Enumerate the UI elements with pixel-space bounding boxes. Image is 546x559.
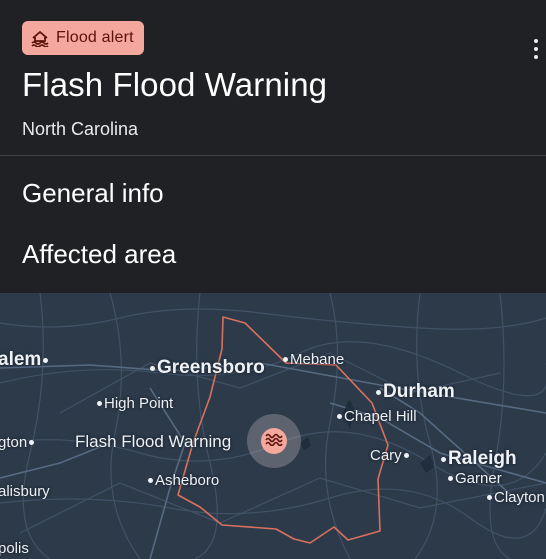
flood-house-icon: [30, 29, 50, 47]
general-info-heading[interactable]: General info: [22, 178, 164, 209]
map-place-salem: alem: [0, 349, 49, 371]
affected-area-map[interactable]: alem Greensboro Mebane Durham High Point…: [0, 293, 546, 559]
alert-type-label: Flood alert: [56, 29, 134, 46]
affected-area-heading: Affected area: [22, 239, 177, 269]
map-warning-label: Flash Flood Warning: [75, 432, 232, 451]
map-place-mebane: Mebane: [283, 351, 344, 368]
map-place-salisbury: alisbury: [0, 483, 50, 500]
map-place-garner: Garner: [448, 470, 502, 487]
map-place-cary: Cary: [370, 447, 409, 464]
alert-region: North Carolina: [22, 119, 139, 139]
map-place-clayton: Clayton: [487, 489, 545, 506]
water-waves-icon: [265, 432, 283, 451]
alert-type-chip: Flood alert: [22, 21, 144, 55]
divider: [0, 155, 546, 156]
map-place-raleigh: Raleigh: [441, 448, 517, 470]
flood-alert-screen: Flood alert Flash Flood Warning North Ca…: [0, 0, 546, 559]
map-place-asheboro: Asheboro: [148, 472, 219, 489]
alert-header: Flood alert Flash Flood Warning North Ca…: [0, 0, 546, 155]
alert-title: Flash Flood Warning: [22, 66, 328, 103]
map-place-lexington: gton: [0, 434, 35, 451]
map-place-durham: Durham: [376, 381, 455, 403]
map-place-kannapolis: polis: [0, 540, 29, 557]
map-place-chapel-hill: Chapel Hill: [337, 408, 417, 425]
more-options-icon[interactable]: [526, 34, 546, 64]
map-place-high-point: High Point: [97, 395, 173, 412]
map-alert-pin[interactable]: [247, 414, 301, 468]
map-place-greensboro: Greensboro: [150, 357, 265, 379]
